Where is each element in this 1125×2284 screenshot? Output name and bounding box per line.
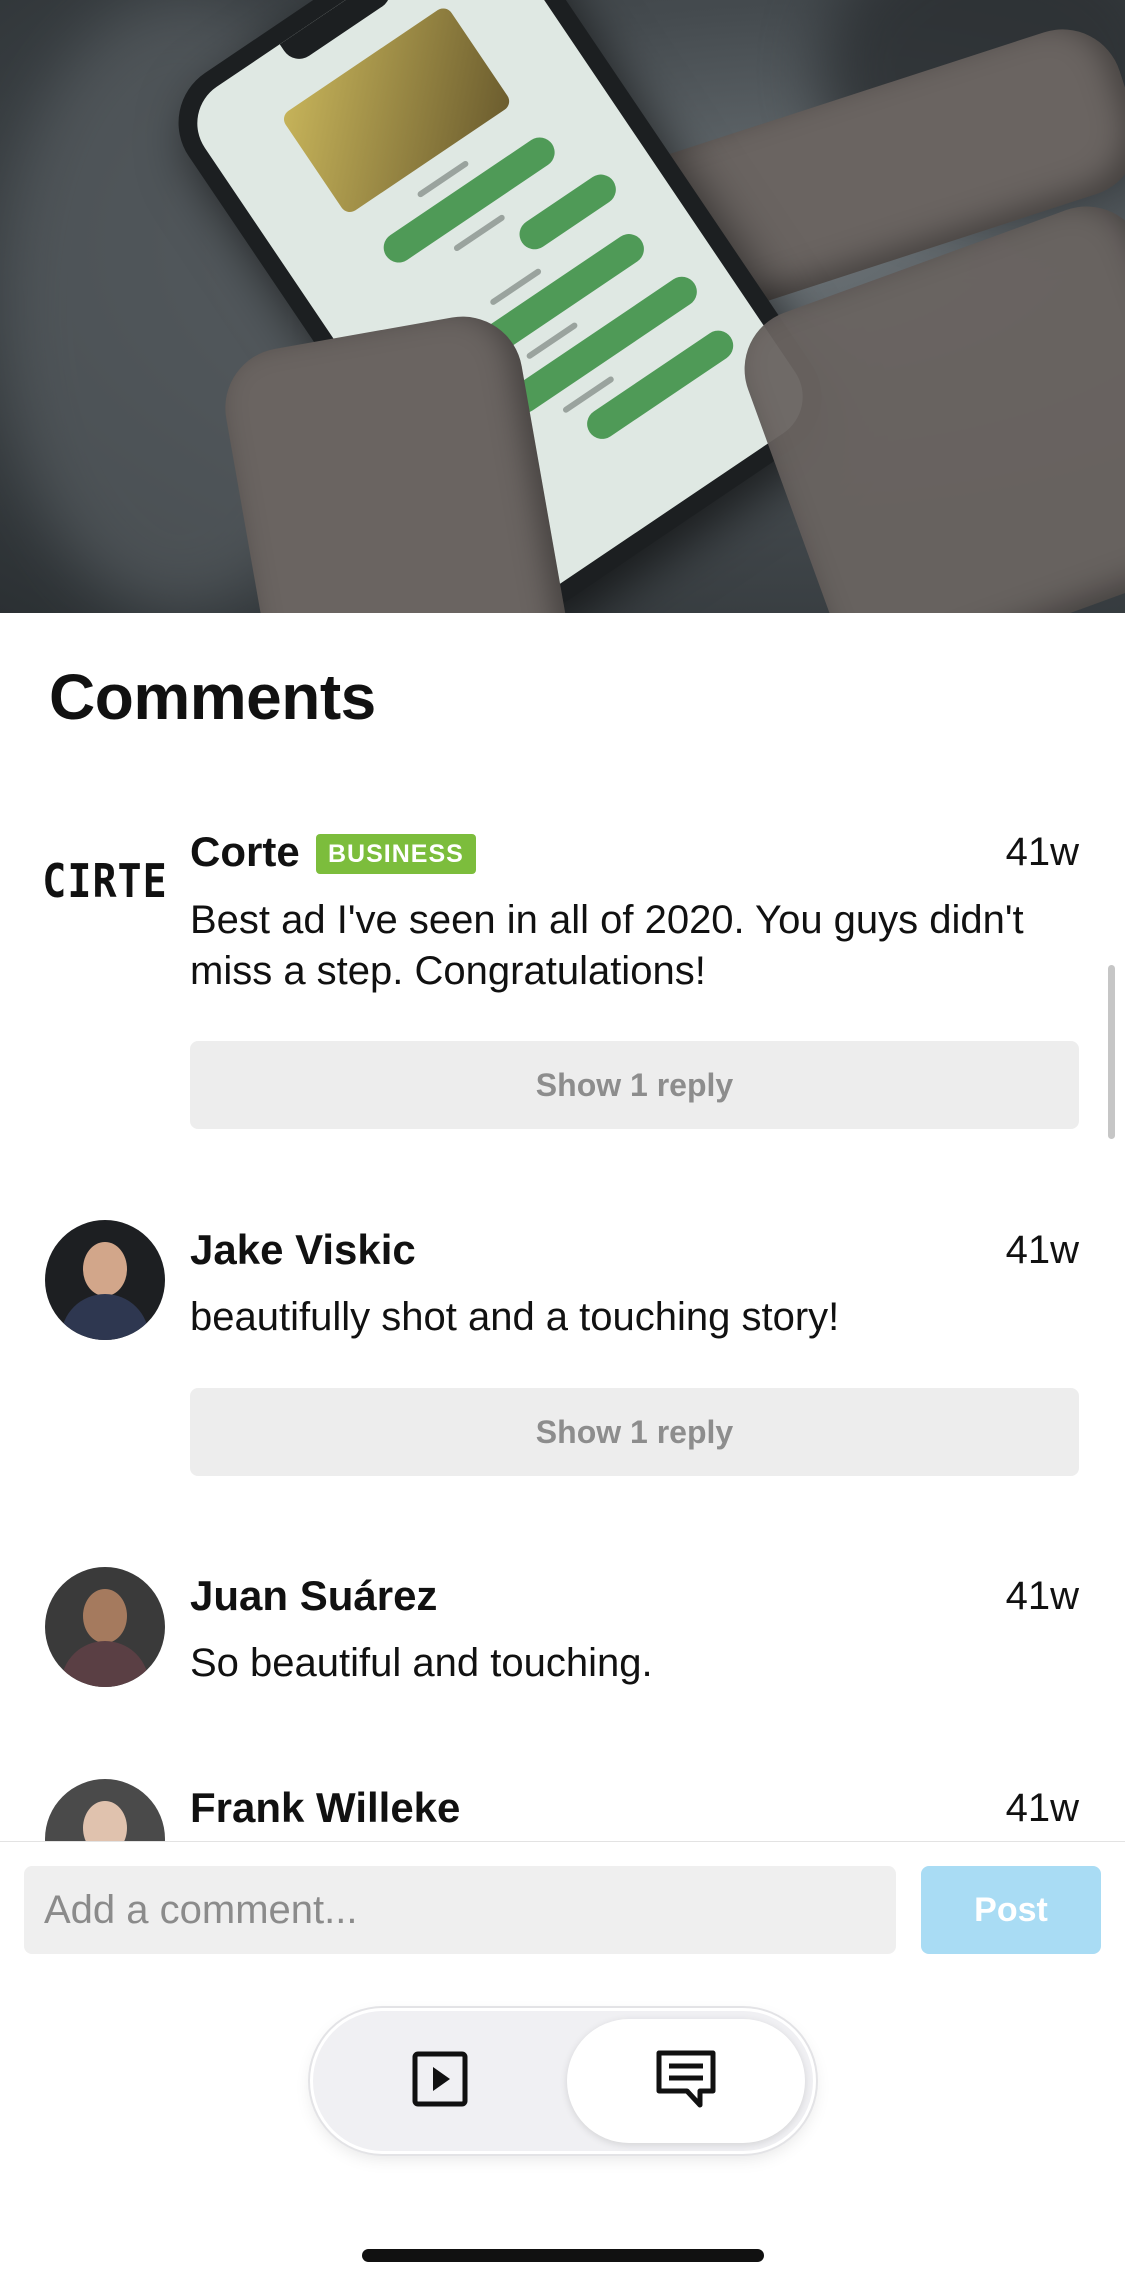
- comments-scroll-area[interactable]: Comments CIRTE Corte BUSINESS 41w Best a…: [0, 613, 1125, 1841]
- business-badge: BUSINESS: [316, 834, 476, 874]
- video-tab[interactable]: [321, 2019, 559, 2143]
- play-icon: [411, 2050, 469, 2113]
- view-toggle: [313, 2011, 813, 2151]
- avatar[interactable]: [45, 1567, 165, 1687]
- avatar[interactable]: [45, 1779, 165, 1841]
- comment-author[interactable]: Jake Viskic: [190, 1226, 416, 1274]
- avatar[interactable]: CIRTE: [42, 813, 166, 951]
- show-replies-button[interactable]: Show 1 reply: [190, 1041, 1079, 1129]
- comment-text: beautifully shot and a touching story!: [190, 1295, 840, 1339]
- comment-composer: Post: [0, 1841, 1125, 1962]
- comment-time: 41w: [1005, 1786, 1079, 1830]
- comment-text: So beautiful and touching.: [190, 1641, 653, 1685]
- comments-tab[interactable]: [567, 2019, 805, 2143]
- comment-author[interactable]: Corte: [190, 828, 300, 876]
- show-replies-button[interactable]: Show 1 reply: [190, 1388, 1079, 1476]
- video-hero-image[interactable]: [0, 0, 1125, 613]
- comment-text: Best ad I've seen in all of 2020. You gu…: [190, 898, 1024, 993]
- avatar[interactable]: [45, 1220, 165, 1340]
- post-button[interactable]: Post: [921, 1866, 1101, 1954]
- scroll-indicator: [1108, 965, 1115, 1139]
- comment-time: 41w: [1005, 1574, 1079, 1618]
- comment-author[interactable]: Frank Willeke: [190, 1784, 460, 1832]
- comment-input[interactable]: [24, 1866, 896, 1954]
- comment-author[interactable]: Juan Suárez: [190, 1572, 437, 1620]
- comment-time: 41w: [1005, 830, 1079, 874]
- comment-time: 41w: [1005, 1228, 1079, 1272]
- home-indicator: [362, 2249, 764, 2262]
- comments-icon: [654, 2048, 718, 2115]
- comments-title: Comments: [49, 661, 376, 733]
